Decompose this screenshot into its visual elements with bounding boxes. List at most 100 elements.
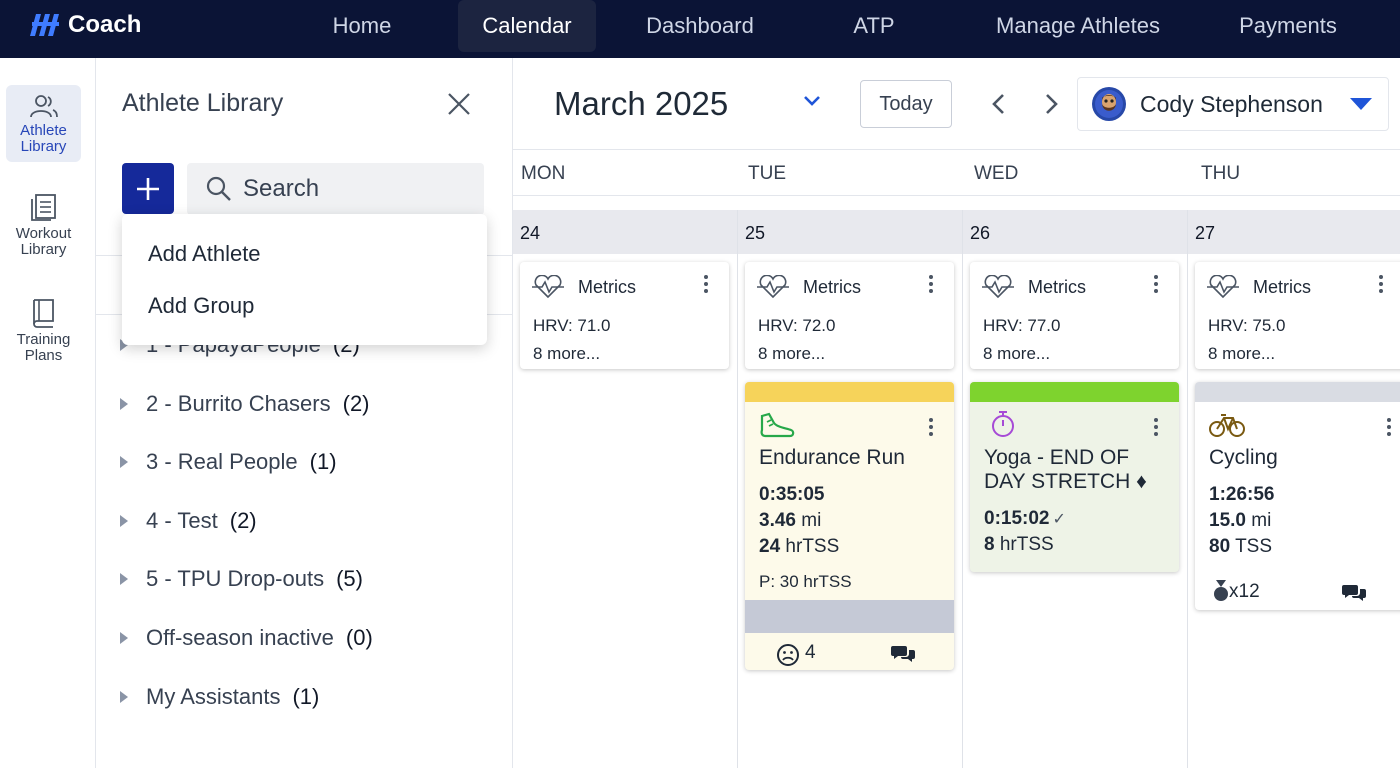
more-metrics-link[interactable]: 8 more... xyxy=(983,344,1050,364)
more-options-icon[interactable] xyxy=(929,275,933,296)
group-row[interactable]: 5 - TPU Drop-outs (5) xyxy=(120,564,363,594)
workout-compliance-strip xyxy=(1195,382,1400,402)
chevron-down-icon[interactable] xyxy=(802,94,822,108)
menu-item-add-athlete[interactable]: Add Athlete xyxy=(148,241,261,267)
more-options-icon[interactable] xyxy=(1379,275,1383,296)
planned-tss: P: 30 hrTSS xyxy=(759,572,852,591)
group-count: (5) xyxy=(336,566,363,591)
heart-rate-icon xyxy=(532,275,564,299)
workout-title-line: DAY STRETCH ♦ xyxy=(984,470,1147,493)
completed-check-icon: ✓ xyxy=(1052,511,1066,528)
menu-item-add-group[interactable]: Add Group xyxy=(148,293,254,319)
stopwatch-icon xyxy=(992,411,1014,437)
chevron-left-icon[interactable] xyxy=(989,92,1009,116)
rail-label: Training xyxy=(16,331,71,348)
workout-compliance-bar xyxy=(745,600,954,633)
workout-duration: 1:26:56 xyxy=(1209,484,1275,505)
workout-card-run[interactable]: Endurance Run 0:35:05 3.46 mi 24 hrTSS P… xyxy=(745,382,954,670)
nav-payments[interactable]: Payments xyxy=(1222,0,1354,52)
top-nav: Coach Home Calendar Dashboard ATP Manage… xyxy=(0,0,1400,58)
day-column[interactable]: 24 Metrics HRV: 71.0 8 more... xyxy=(513,210,738,768)
close-icon[interactable] xyxy=(446,91,472,117)
rail-label: Plans xyxy=(24,347,63,364)
weekday-label: TUE xyxy=(748,163,786,184)
search-placeholder: Search xyxy=(243,175,320,202)
tss-unit: hrTSS xyxy=(780,536,840,557)
group-count: (0) xyxy=(345,625,373,650)
more-options-icon[interactable] xyxy=(1154,418,1158,439)
day-column[interactable]: 26 Metrics HRV: 77.0 8 more... Yoga - EN… xyxy=(963,210,1188,768)
metrics-card[interactable]: Metrics HRV: 72.0 8 more... xyxy=(745,262,954,369)
workout-title-line: Yoga - END OF xyxy=(984,446,1130,469)
day-column[interactable]: 27 Metrics HRV: 75.0 8 more... Cycling 1… xyxy=(1188,210,1400,768)
distance-unit: mi xyxy=(1245,510,1272,531)
date-header: 27 xyxy=(1188,210,1400,254)
more-options-icon[interactable] xyxy=(929,418,933,439)
app-name: Coach xyxy=(68,11,142,38)
distance-unit: mi xyxy=(795,510,822,531)
workout-card-cycling[interactable]: Cycling 1:26:56 15.0 mi 80 TSS x12 xyxy=(1195,382,1400,610)
athlete-avatar-icon xyxy=(1095,90,1123,118)
medal-icon xyxy=(1214,580,1228,601)
nav-manage-athletes[interactable]: Manage Athletes xyxy=(976,0,1180,52)
nav-calendar[interactable]: Calendar xyxy=(458,0,596,52)
athlete-name: Cody Stephenson xyxy=(1140,90,1323,117)
comments-icon[interactable] xyxy=(1342,583,1366,601)
date-number: 27 xyxy=(1195,223,1216,243)
add-button[interactable] xyxy=(122,163,174,214)
group-count: (1) xyxy=(309,449,337,474)
more-options-icon[interactable] xyxy=(1387,418,1391,439)
bicycle-icon xyxy=(1209,414,1245,437)
search-input[interactable]: Search xyxy=(187,163,484,215)
group-row[interactable]: 2 - Burrito Chasers (2) xyxy=(120,389,370,419)
more-metrics-link[interactable]: 8 more... xyxy=(533,344,600,364)
chevron-right-icon[interactable] xyxy=(1041,92,1061,116)
expand-caret-icon[interactable] xyxy=(120,515,128,527)
rail-training-plans[interactable]: Training Plans xyxy=(6,296,81,368)
document-icon xyxy=(30,194,56,221)
book-icon xyxy=(32,299,54,328)
more-options-icon[interactable] xyxy=(704,275,708,296)
day-column[interactable]: 25 Metrics HRV: 72.0 8 more... Endurance… xyxy=(738,210,963,768)
expand-caret-icon[interactable] xyxy=(120,632,128,644)
calendar: March 2025 Today Cody Stephenson MON TUE… xyxy=(513,58,1400,768)
more-metrics-link[interactable]: 8 more... xyxy=(1208,344,1275,364)
nav-dashboard[interactable]: Dashboard xyxy=(630,0,770,52)
rail-label: Library xyxy=(20,241,67,258)
plus-icon xyxy=(137,177,159,200)
metrics-title: Metrics xyxy=(1028,277,1086,297)
comments-icon[interactable] xyxy=(891,644,915,662)
month-title: March 2025 xyxy=(554,85,729,122)
more-metrics-link[interactable]: 8 more... xyxy=(758,344,825,364)
group-row[interactable]: Off-season inactive (0) xyxy=(120,623,373,653)
today-button[interactable]: Today xyxy=(860,80,952,128)
workout-card-yoga[interactable]: Yoga - END OF DAY STRETCH ♦ 0:15:02 ✓ 8 h… xyxy=(970,382,1179,572)
rail-workout-library[interactable]: Workout Library xyxy=(6,192,81,264)
avatar xyxy=(1092,87,1126,121)
expand-caret-icon[interactable] xyxy=(120,573,128,585)
workout-title: Endurance Run xyxy=(759,446,905,469)
expand-caret-icon[interactable] xyxy=(120,456,128,468)
medal-count: x12 xyxy=(1229,581,1260,602)
group-row[interactable]: 4 - Test (2) xyxy=(120,506,257,536)
athlete-selector[interactable]: Cody Stephenson xyxy=(1077,77,1389,131)
panel-title: Athlete Library xyxy=(122,89,284,117)
app-logo[interactable]: Coach xyxy=(30,10,141,40)
tss-value: 24 xyxy=(759,536,781,557)
date-header: 26 xyxy=(963,210,1187,254)
expand-caret-icon[interactable] xyxy=(120,398,128,410)
rail-athlete-library[interactable]: Athlete Library xyxy=(6,85,81,162)
more-options-icon[interactable] xyxy=(1154,275,1158,296)
nav-home[interactable]: Home xyxy=(316,0,408,52)
nav-atp[interactable]: ATP xyxy=(836,0,912,52)
date-number: 24 xyxy=(520,223,541,243)
metrics-card[interactable]: Metrics HRV: 75.0 8 more... xyxy=(1195,262,1400,369)
left-rail: Athlete Library Workout Library Training… xyxy=(0,58,96,768)
metrics-card[interactable]: Metrics HRV: 77.0 8 more... xyxy=(970,262,1179,369)
date-header: 24 xyxy=(513,210,737,254)
metrics-card[interactable]: Metrics HRV: 71.0 8 more... xyxy=(520,262,729,369)
workout-compliance-strip xyxy=(970,382,1179,402)
group-row[interactable]: 3 - Real People (1) xyxy=(120,447,337,477)
group-row[interactable]: My Assistants (1) xyxy=(120,682,319,712)
expand-caret-icon[interactable] xyxy=(120,691,128,703)
